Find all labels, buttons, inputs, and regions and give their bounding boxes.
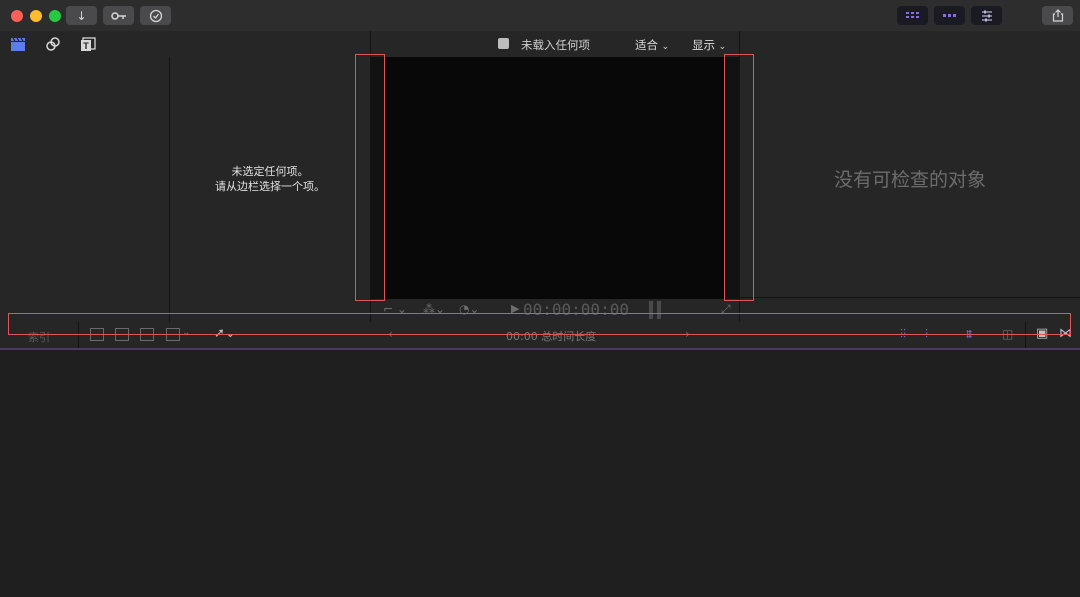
viewer-title: 未载入任何项: [521, 38, 590, 52]
highlight-box-timeline-bar: [8, 313, 1071, 335]
libraries-sidebar: [0, 57, 169, 322]
close-window-button[interactable]: [11, 10, 23, 22]
display-label: 显示: [692, 38, 715, 52]
viewer-header: 未载入任何项 适合 ⌄ 显示 ⌄: [370, 31, 740, 58]
viewer-canvas: [371, 57, 739, 299]
download-arrow-icon: ↓: [76, 8, 87, 23]
timeline-toggle-button[interactable]: [934, 6, 965, 25]
music-photo-icon[interactable]: [45, 37, 61, 56]
highlight-box-left: [355, 54, 385, 301]
share-button[interactable]: [1042, 6, 1073, 25]
inspector-toggle-button[interactable]: [971, 6, 1002, 25]
browser-toggle-button[interactable]: [897, 6, 928, 25]
sliders-icon: [981, 10, 992, 21]
library-toolbar: T: [0, 31, 370, 58]
timeline-area[interactable]: [0, 350, 1080, 597]
browser-empty-line1: 未选定任何项。: [231, 165, 309, 178]
inspector-panel: 没有可检查的对象: [740, 57, 1080, 322]
browser-panel: 未选定任何项。 请从边栏选择一个项。: [170, 57, 370, 322]
highlight-box-right: [724, 54, 754, 301]
fit-label: 适合: [635, 38, 658, 52]
title-bar: ↓: [0, 0, 1080, 32]
grid-icon: [905, 12, 919, 18]
minimize-window-button[interactable]: [30, 10, 42, 22]
clapper-icon[interactable]: [10, 37, 26, 56]
fit-dropdown[interactable]: 适合 ⌄: [635, 37, 669, 53]
clip-icon: [498, 38, 509, 49]
timeline-grid-icon: [942, 14, 956, 17]
inspector-header: [740, 31, 1080, 58]
background-tasks-button[interactable]: [140, 6, 171, 25]
share-icon: [1052, 9, 1063, 22]
browser-empty-line2: 请从边栏选择一个项。: [215, 180, 325, 193]
svg-text:T: T: [83, 41, 89, 51]
chevron-down-icon: ⌄: [661, 42, 670, 52]
titles-icon[interactable]: T: [80, 37, 96, 56]
keywords-button[interactable]: [103, 6, 134, 25]
chevron-down-icon: ⌄: [718, 42, 727, 52]
divider: [740, 297, 1080, 298]
key-icon: [110, 11, 126, 20]
import-button[interactable]: ↓: [66, 6, 97, 25]
check-circle-icon: [149, 9, 162, 22]
display-dropdown[interactable]: 显示 ⌄: [692, 37, 726, 53]
inspector-empty-text: 没有可检查的对象: [833, 169, 986, 191]
zoom-window-button[interactable]: [49, 10, 61, 22]
